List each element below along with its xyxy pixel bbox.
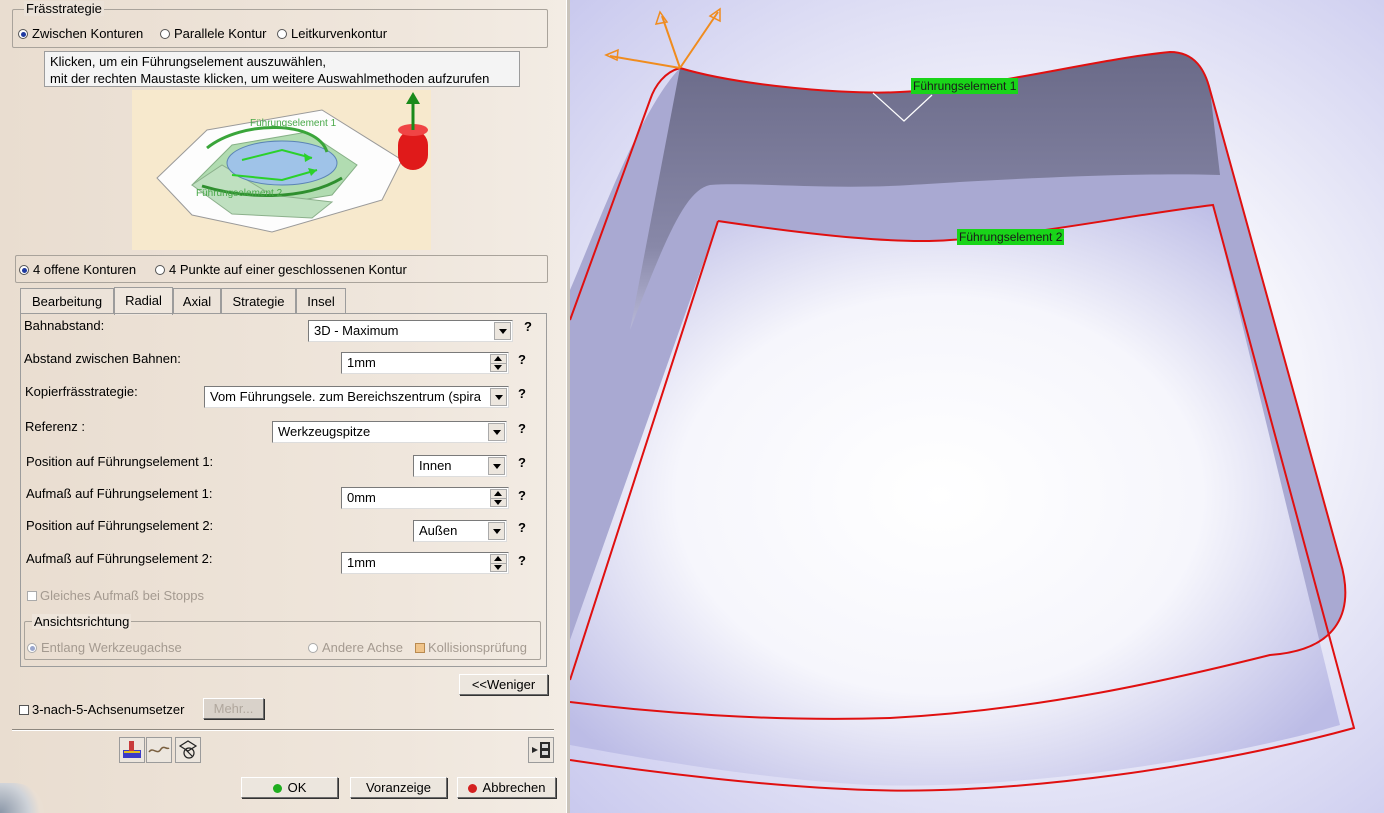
- selection-hint: Klicken, um ein Führungselement auszuwäh…: [44, 51, 520, 87]
- tab-insel[interactable]: Insel: [296, 288, 346, 314]
- tab-axial[interactable]: Axial: [173, 288, 221, 314]
- strategy-option-parallele[interactable]: Parallele Kontur: [160, 26, 267, 41]
- help-pos2[interactable]: ?: [518, 520, 526, 535]
- strategy-legend: Frässtrategie: [24, 1, 104, 16]
- gleiches-aufmass-checkbox[interactable]: Gleiches Aufmaß bei Stopps: [27, 588, 204, 603]
- simulation-icon[interactable]: [528, 737, 554, 763]
- collision-check-checkbox[interactable]: Kollisionsprüfung: [415, 640, 527, 655]
- part-geometry: [570, 7, 1356, 792]
- checkbox-icon: [19, 705, 29, 715]
- aufmass1-label: Aufmaß auf Führungselement 1:: [26, 486, 213, 501]
- checkbox-icon: [27, 591, 37, 601]
- strategy-option-zwischen[interactable]: Zwischen Konturen: [18, 26, 143, 41]
- pos2-label: Position auf Führungselement 2:: [26, 518, 214, 533]
- cancel-button[interactable]: Abbrechen: [457, 777, 556, 798]
- illus-label-1: Führungselement 1: [250, 118, 337, 129]
- abstand-input[interactable]: 1mm: [341, 352, 509, 374]
- 3d-viewport[interactable]: Führungselement 1 Führungselement 2: [570, 0, 1384, 813]
- guide-element-1-label[interactable]: Führungselement 1: [911, 78, 1019, 94]
- spinner-icon[interactable]: [490, 354, 507, 372]
- radio-icon: [18, 29, 28, 39]
- spinner-icon[interactable]: [490, 489, 507, 507]
- bahnabstand-label: Bahnabstand:: [24, 318, 105, 333]
- kopier-dropdown[interactable]: Vom Führungsele. zum Bereichszentrum (sp…: [204, 386, 509, 408]
- aufmass2-label: Aufmaß auf Führungselement 2:: [26, 551, 213, 566]
- chevron-down-icon[interactable]: [488, 423, 505, 441]
- pos1-label: Position auf Führungselement 1:: [26, 454, 214, 469]
- machining-dialog: Frässtrategie Zwischen Konturen Parallel…: [0, 0, 568, 813]
- tab-radial[interactable]: Radial: [114, 287, 173, 315]
- help-pos1[interactable]: ?: [518, 455, 526, 470]
- help-abstand[interactable]: ?: [518, 352, 526, 367]
- radio-icon: [308, 643, 318, 653]
- surface-diagram: Führungselement 1 Führungselement 2: [156, 92, 428, 233]
- aufmass1-input[interactable]: 0mm: [341, 487, 509, 509]
- more-button[interactable]: Mehr...: [203, 698, 264, 719]
- tool-icon: [123, 741, 141, 758]
- guide-element-illustration[interactable]: Führungselement 1 Führungselement 2: [132, 90, 431, 250]
- app-logo-fragment: [0, 783, 44, 813]
- help-bahnabstand[interactable]: ?: [524, 319, 532, 334]
- contour-option-closed[interactable]: 4 Punkte auf einer geschlossenen Kontur: [155, 262, 407, 277]
- gear-icon: [178, 740, 198, 759]
- radio-icon: [27, 643, 37, 653]
- aufmass2-input[interactable]: 1mm: [341, 552, 509, 574]
- converter-checkbox[interactable]: 3-nach-5-Achsenumsetzer: [19, 702, 184, 717]
- ok-status-icon: [272, 784, 282, 793]
- kopier-label: Kopierfrässtrategie:: [25, 384, 138, 399]
- film-icon: [532, 742, 550, 758]
- checkbox-icon: [415, 643, 425, 653]
- axis-triad-icon: [604, 7, 721, 69]
- view-direction-legend: Ansichtsrichtung: [32, 614, 132, 629]
- cancel-status-icon: [467, 784, 477, 793]
- ok-button[interactable]: OK: [241, 777, 338, 798]
- help-kopier[interactable]: ?: [518, 386, 526, 401]
- illus-label-2: Führungselement 2: [196, 188, 283, 199]
- contour-option-open[interactable]: 4 offene Konturen: [19, 262, 136, 277]
- help-aufmass1[interactable]: ?: [518, 488, 526, 503]
- graph-icon: [148, 746, 170, 753]
- path-icon[interactable]: [146, 737, 172, 763]
- view-option-tool-axis[interactable]: Entlang Werkzeugachse: [27, 640, 182, 655]
- radio-icon: [160, 29, 170, 39]
- guide-element-2-label[interactable]: Führungselement 2: [957, 229, 1065, 245]
- help-aufmass2[interactable]: ?: [518, 553, 526, 568]
- view-option-other-axis[interactable]: Andere Achse: [308, 640, 403, 655]
- help-referenz[interactable]: ?: [518, 421, 526, 436]
- less-button[interactable]: <<Weniger: [459, 674, 548, 695]
- abstand-label: Abstand zwischen Bahnen:: [24, 351, 181, 366]
- referenz-label: Referenz :: [25, 419, 85, 434]
- preview-button[interactable]: Voranzeige: [350, 777, 447, 798]
- tool-preview-icon[interactable]: [119, 737, 145, 763]
- separator: [12, 729, 554, 731]
- machine-icon[interactable]: [175, 737, 201, 763]
- pos1-dropdown[interactable]: Innen: [413, 455, 507, 477]
- chevron-down-icon[interactable]: [494, 322, 511, 340]
- strategy-option-leitkurven[interactable]: Leitkurvenkontur: [277, 26, 387, 41]
- referenz-dropdown[interactable]: Werkzeugspitze: [272, 421, 507, 443]
- radio-icon: [19, 265, 29, 275]
- chevron-down-icon[interactable]: [488, 457, 505, 475]
- tab-bearbeitung[interactable]: Bearbeitung: [20, 288, 114, 314]
- radio-icon: [155, 265, 165, 275]
- radio-icon: [277, 29, 287, 39]
- bahnabstand-dropdown[interactable]: 3D - Maximum: [308, 320, 513, 342]
- tab-strategie[interactable]: Strategie: [221, 288, 296, 314]
- pos2-dropdown[interactable]: Außen: [413, 520, 507, 542]
- chevron-down-icon[interactable]: [488, 522, 505, 540]
- chevron-down-icon[interactable]: [490, 388, 507, 406]
- spinner-icon[interactable]: [490, 554, 507, 572]
